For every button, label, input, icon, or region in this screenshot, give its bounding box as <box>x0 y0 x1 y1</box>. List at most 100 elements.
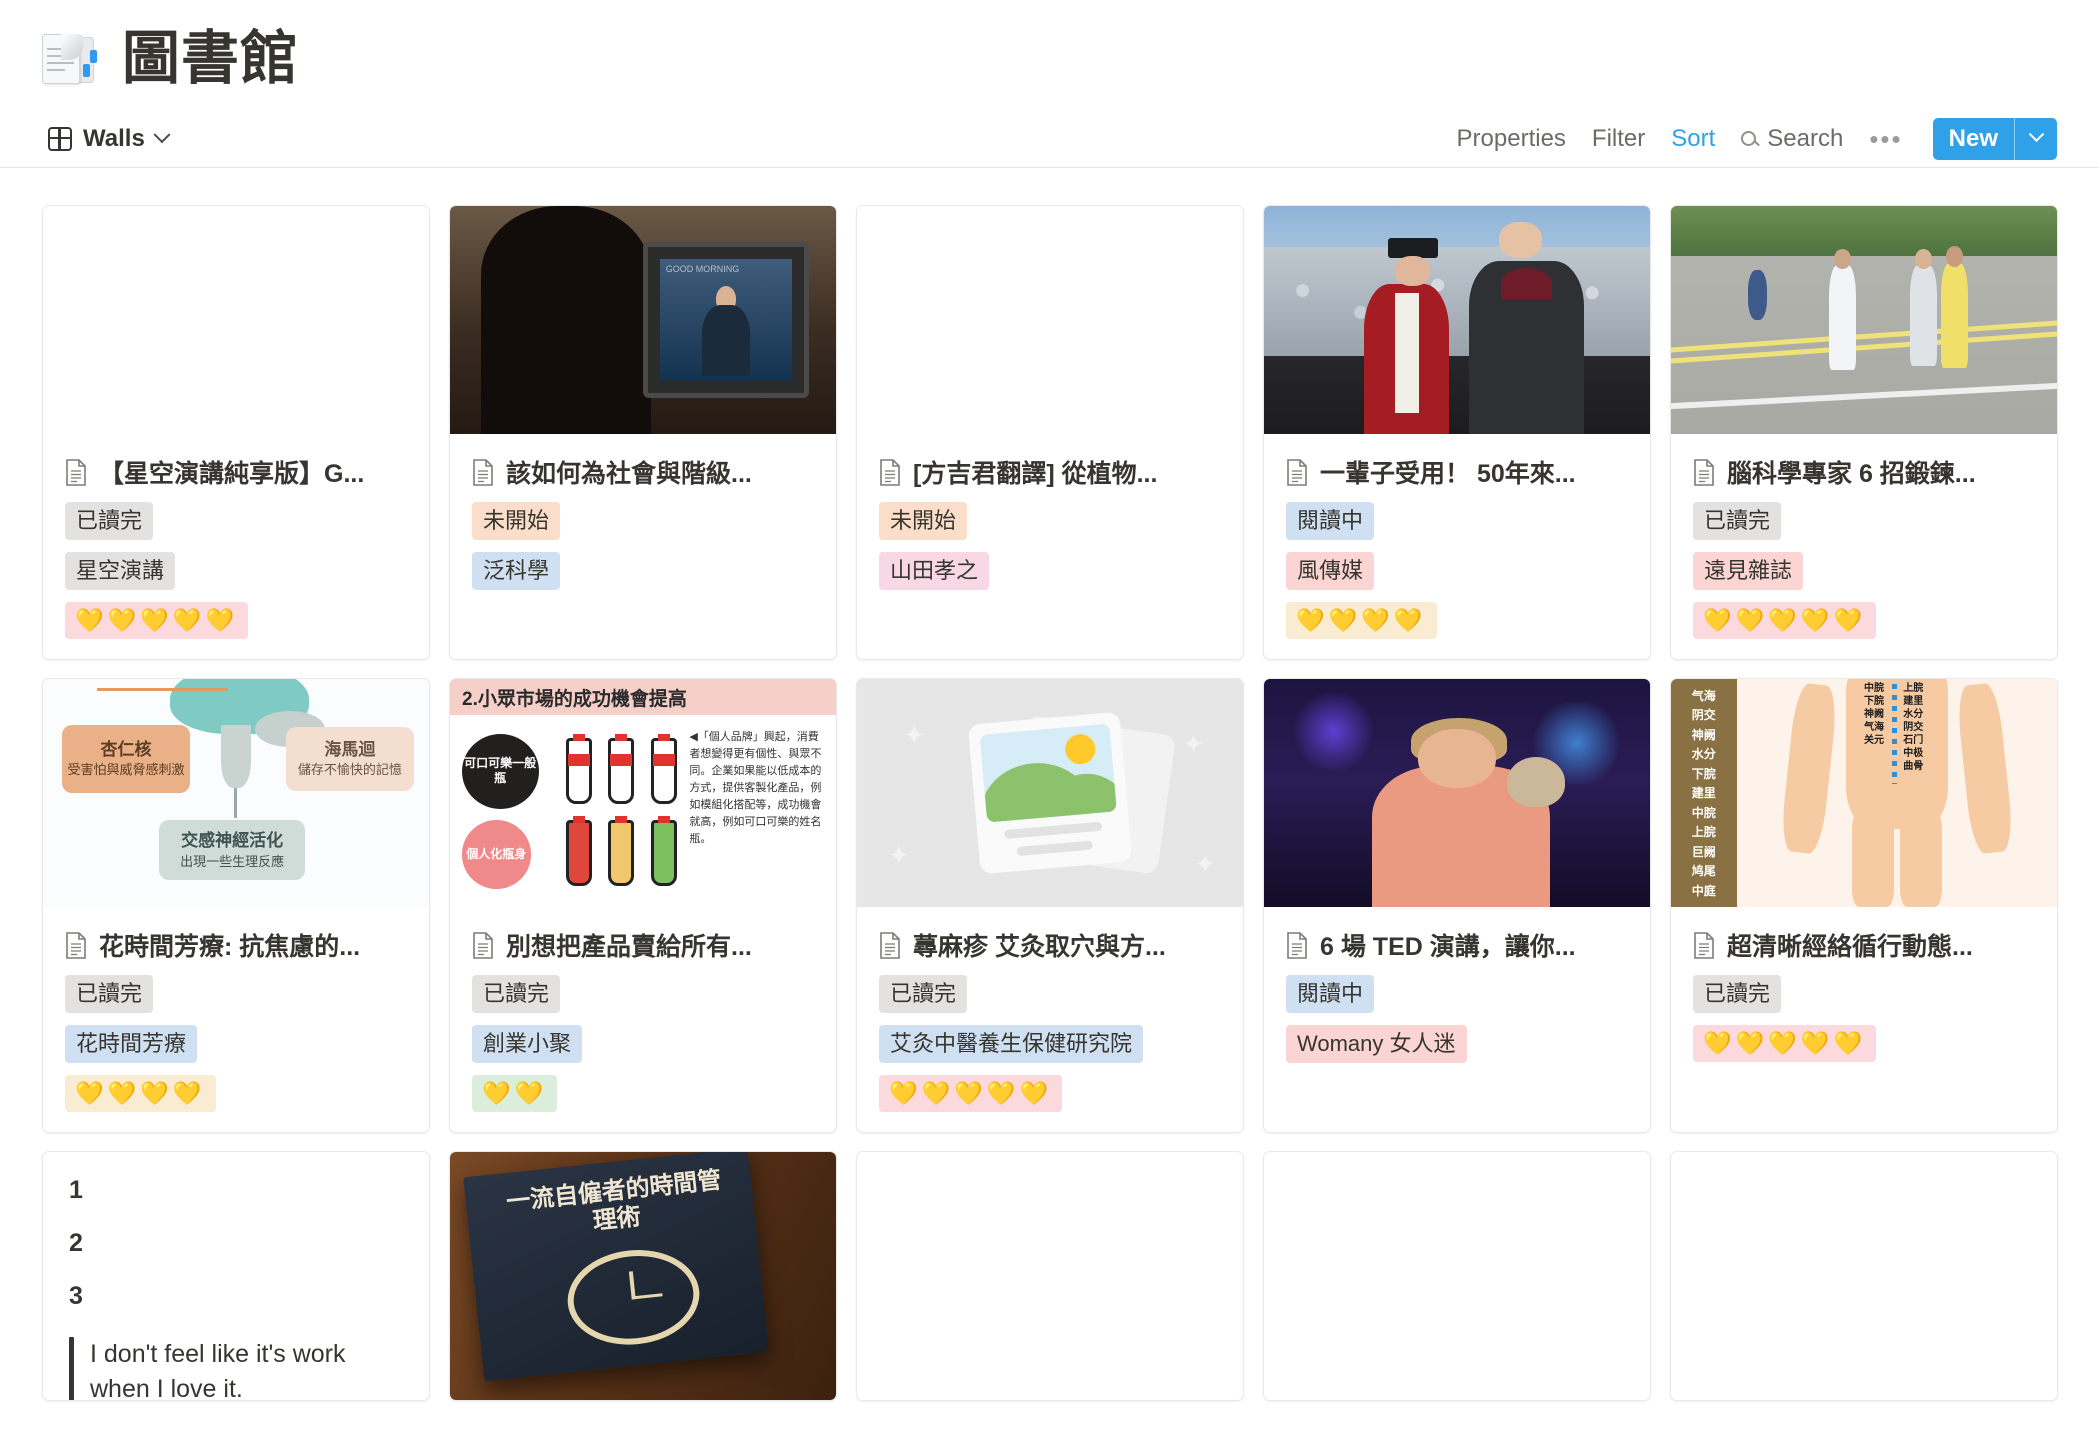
card-cover <box>1264 206 1650 434</box>
gallery-card[interactable] <box>856 1151 1244 1401</box>
card-title: 一輩子受用！ 50年來... <box>1286 454 1628 490</box>
card-title: 別想把產品賣給所有... <box>472 927 814 963</box>
card-title-text: 一輩子受用！ 50年來... <box>1320 460 1576 488</box>
document-icon <box>1693 458 1715 486</box>
gallery-card[interactable]: 腦科學專家 6 招鍛鍊... 已讀完 遠見雜誌 💛💛💛💛💛 <box>1670 205 2058 660</box>
document-icon <box>1286 458 1308 486</box>
meridian-side-labels: 气海 阴交 神阙 水分 下脘 建里 中脘 上脘 巨阙 鸠尾 中庭 <box>1671 679 1737 907</box>
status-badge: 已讀完 <box>65 502 154 540</box>
coke-regular-label: 可口可樂一般瓶 <box>461 733 539 809</box>
quote-text: I don't feel like it's work when I love … <box>90 1340 346 1401</box>
card-cover: 气海 阴交 神阙 水分 下脘 建里 中脘 上脘 巨阙 鸠尾 中庭 中脘 下脘 神阙 气海 关元 上脘 建里水… <box>1671 679 2057 907</box>
view-tab-walls[interactable]: Walls <box>48 125 171 153</box>
card-title-text: 蕁麻疹 艾灸取穴與方... <box>913 933 1166 961</box>
gallery-card[interactable]: 杏仁核 受害怕與威脅感刺激 海馬迴 儲存不愉快的記憶 交感神經活化 出現一些生理反應 … <box>42 678 430 1133</box>
card-cover: GOOD MORNING <box>450 206 836 434</box>
rating-badge: 💛💛 <box>472 1075 558 1112</box>
card-cover: 一流自僱者的時間管理術 <box>450 1152 836 1400</box>
card-title-text: 6 場 TED 演講，讓你... <box>1320 933 1576 961</box>
list-item: 3 <box>69 1282 83 1310</box>
coke-personal-label: 個人化瓶身 <box>461 820 532 889</box>
document-icon <box>1286 931 1308 959</box>
status-badge: 已讀完 <box>1693 975 1782 1013</box>
document-icon <box>472 931 494 959</box>
page-header: 圖書館 <box>0 0 2099 96</box>
graduation-image <box>1264 206 1650 434</box>
source-badge: 星空演講 <box>65 552 176 590</box>
list-item: 2 <box>69 1229 83 1257</box>
rating-badge: 💛💛💛💛 <box>65 1075 216 1112</box>
sort-button[interactable]: Sort <box>1671 125 1715 153</box>
gallery-card[interactable]: ✦ ✦ ✦ ✦ 蕁麻疹 艾灸取穴與方... 已讀完 艾灸中醫養生保健研究院 💛💛… <box>856 678 1244 1133</box>
gallery-grid: 【星空演講純享版】G... 已讀完 星空演講 💛💛💛💛💛 GOOD MORNIN… <box>0 168 2099 1401</box>
search-button[interactable]: Search <box>1741 125 1843 153</box>
new-button[interactable]: New <box>1932 117 2057 160</box>
status-badge: 已讀完 <box>472 975 561 1013</box>
chevron-down-icon[interactable] <box>153 125 171 143</box>
status-badge: 已讀完 <box>1693 502 1782 540</box>
status-badge: 未開始 <box>879 502 968 540</box>
status-badge: 已讀完 <box>879 975 968 1013</box>
rating-badge: 💛💛💛💛💛 <box>879 1075 1063 1112</box>
gallery-card[interactable]: [方吉君翻譯] 從植物... 未開始 山田孝之 <box>856 205 1244 660</box>
hippocampus-label: 海馬迴 <box>324 739 376 759</box>
gallery-card[interactable]: 气海 阴交 神阙 水分 下脘 建里 中脘 上脘 巨阙 鸠尾 中庭 中脘 下脘 神阙 气海 关元 上脘 建里水… <box>1670 678 2058 1133</box>
card-text-preview: 1 2 3 I don't feel like it's work when I… <box>43 1152 429 1401</box>
card-title: 腦科學專家 6 招鍛鍊... <box>1693 454 2035 490</box>
search-label: Search <box>1767 124 1844 152</box>
market-infographic-image: 2.小眾市場的成功機會提高 可口可樂一般瓶 個人化瓶身 ◀「個人品牌」興起，消費… <box>450 679 836 907</box>
gallery-card[interactable]: 一流自僱者的時間管理術 <box>449 1151 837 1401</box>
card-cover <box>43 206 429 434</box>
book-title-text: 一流自僱者的時間管理術 <box>505 1166 723 1236</box>
source-badge: 泛科學 <box>472 552 561 590</box>
meridian-right-labels: 上脘 建里 水分 阴交 石门 中极 曲骨 <box>1903 682 1924 772</box>
blockquote: I don't feel like it's work when I love … <box>69 1337 403 1401</box>
more-options-button[interactable]: ••• <box>1869 126 1902 152</box>
gallery-card[interactable]: 2.小眾市場的成功機會提高 可口可樂一般瓶 個人化瓶身 ◀「個人品牌」興起，消費… <box>449 678 837 1133</box>
view-toolbar: Walls Properties Filter Sort Search ••• … <box>0 110 2099 168</box>
source-badge: 遠見雜誌 <box>1693 552 1804 590</box>
card-title: 6 場 TED 演講，讓你... <box>1286 927 1628 963</box>
card-title: [方吉君翻譯] 從植物... <box>879 454 1221 490</box>
book-cover-image: 一流自僱者的時間管理術 <box>450 1152 836 1400</box>
document-icon <box>65 458 87 486</box>
new-button-label: New <box>1948 124 1998 152</box>
filter-button[interactable]: Filter <box>1592 125 1645 153</box>
hippocampus-sublabel: 儲存不愉快的記憶 <box>297 762 402 778</box>
properties-button[interactable]: Properties <box>1457 125 1566 153</box>
card-title-text: 花時間芳療: 抗焦慮的... <box>99 933 361 961</box>
gallery-card[interactable]: 【星空演講純享版】G... 已讀完 星空演講 💛💛💛💛💛 <box>42 205 430 660</box>
sympathetic-label: 交感神經活化 <box>181 830 284 850</box>
image-placeholder-icon: ✦ ✦ ✦ ✦ <box>857 679 1243 907</box>
search-icon <box>1741 131 1757 146</box>
card-cover <box>1671 1152 2057 1400</box>
status-badge: 未開始 <box>472 502 561 540</box>
source-badge: 風傳媒 <box>1286 552 1375 590</box>
page-title: 圖書館 <box>122 26 300 91</box>
source-badge: 艾灸中醫養生保健研究院 <box>879 1025 1144 1063</box>
document-icon <box>879 458 901 486</box>
source-badge: 創業小聚 <box>472 1025 583 1063</box>
gallery-card[interactable] <box>1263 1151 1651 1401</box>
gallery-card[interactable]: 1 2 3 I don't feel like it's work when I… <box>42 1151 430 1401</box>
card-cover <box>857 1152 1243 1400</box>
card-title-text: 腦科學專家 6 招鍛鍊... <box>1727 460 1976 488</box>
gallery-card[interactable]: GOOD MORNING 該如何為社會與階級... 未開始 泛科學 <box>449 205 837 660</box>
infographic-headline: 2.小眾市場的成功機會提高 <box>450 679 836 716</box>
meridian-left-labels: 中脘 下脘 神阙 气海 关元 <box>1864 682 1884 746</box>
rating-badge: 💛💛💛💛💛 <box>1693 1025 1877 1062</box>
brain-infographic-image: 杏仁核 受害怕與威脅感刺激 海馬迴 儲存不愉快的記憶 交感神經活化 出現一些生理反應 <box>43 679 429 907</box>
new-dropdown-button[interactable] <box>2015 118 2057 160</box>
walking-road-image <box>1671 206 2057 434</box>
document-icon <box>1693 931 1715 959</box>
card-title: 花時間芳療: 抗焦慮的... <box>65 927 407 963</box>
gallery-card[interactable]: 一輩子受用！ 50年來... 閱讀中 風傳媒 💛💛💛💛 <box>1263 205 1651 660</box>
gallery-card[interactable] <box>1670 1151 2058 1401</box>
gallery-card[interactable]: 6 場 TED 演講，讓你... 閱讀中 Womany 女人迷 <box>1263 678 1651 1133</box>
gallery-grid-icon <box>48 126 72 151</box>
amygdala-label: 杏仁核 <box>100 739 152 759</box>
card-cover <box>1264 679 1650 907</box>
status-badge: 閱讀中 <box>1286 975 1375 1013</box>
card-title-text: 該如何為社會與階級... <box>506 460 752 488</box>
infographic-paragraph: ◀「個人品牌」興起，消費者想變得更有個性、與眾不同。企業如果能以低成本的方式，提… <box>689 731 822 846</box>
